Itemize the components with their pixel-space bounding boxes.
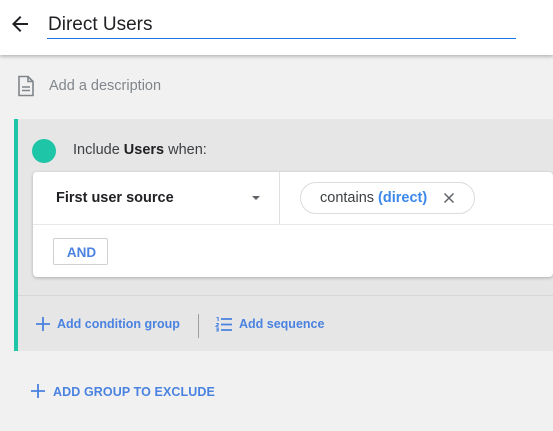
- plus-icon: [36, 317, 50, 331]
- chip-text: contains (direct): [320, 190, 427, 206]
- app-header: Direct Users: [0, 0, 553, 55]
- add-condition-group-label: Add condition group: [57, 317, 180, 331]
- group-indicator-dot: [32, 139, 56, 163]
- chip-value: (direct): [378, 190, 428, 206]
- include-statement: Include Users when:: [73, 142, 207, 158]
- dimension-select[interactable]: First user source: [33, 172, 280, 224]
- back-button[interactable]: [8, 12, 32, 36]
- chip-operator: contains: [320, 190, 375, 206]
- and-button[interactable]: AND: [53, 238, 108, 265]
- include-prefix: Include: [73, 142, 120, 158]
- dimension-label: First user source: [56, 190, 174, 206]
- segment-name-text[interactable]: Direct Users: [48, 14, 153, 36]
- card-divider: [33, 224, 553, 225]
- add-sequence-label: Add sequence: [239, 317, 325, 331]
- plus-icon: [31, 384, 45, 398]
- add-group-to-exclude-label: ADD GROUP TO EXCLUDE: [53, 385, 215, 399]
- segment-name-field[interactable]: Direct Users: [47, 8, 516, 39]
- condition-card: First user source contains (direct) AND: [33, 172, 553, 277]
- footer-separator: [198, 314, 199, 338]
- caret-down-icon: [252, 196, 260, 200]
- list-numbered-icon: [215, 316, 232, 332]
- condition-group: Include Users when: First user source co…: [14, 119, 553, 351]
- and-label: AND: [66, 245, 97, 260]
- include-scope[interactable]: Users: [124, 142, 164, 158]
- document-icon: [18, 75, 34, 97]
- description-input[interactable]: Add a description: [49, 78, 161, 94]
- include-suffix: when:: [168, 142, 207, 158]
- close-icon[interactable]: [442, 191, 456, 205]
- arrow-back-icon: [12, 16, 28, 32]
- condition-chip[interactable]: contains (direct): [300, 182, 475, 214]
- group-footer-divider: [18, 295, 553, 296]
